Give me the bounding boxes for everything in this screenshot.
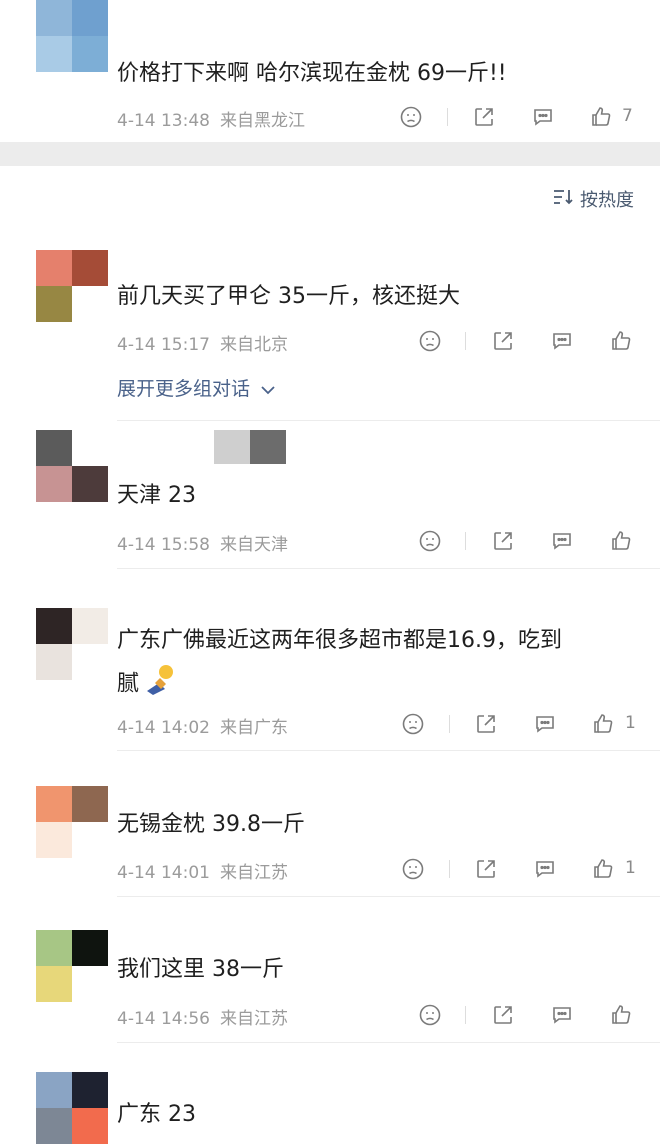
dislike-face-icon[interactable] bbox=[401, 857, 425, 881]
thumbs-up-icon[interactable] bbox=[609, 329, 633, 353]
like-count: 1 bbox=[625, 713, 636, 733]
comment-text: 广东 23 bbox=[117, 1102, 196, 1127]
comment-text: 前几天买了甲仑 35一斤，核还挺大 bbox=[117, 284, 460, 309]
comment-location: 来自江苏 bbox=[219, 863, 288, 883]
thumbs-up-icon[interactable] bbox=[609, 1003, 633, 1027]
comment-meta: 4-14 15:58 来自天津 bbox=[117, 530, 288, 555]
section-divider bbox=[0, 142, 660, 166]
comment-icon[interactable] bbox=[550, 1003, 574, 1027]
comment-icon[interactable] bbox=[550, 529, 574, 553]
share-icon[interactable] bbox=[472, 105, 496, 129]
comment-location: 来自江苏 bbox=[219, 1009, 288, 1029]
avatar[interactable] bbox=[36, 786, 108, 858]
chevron-down-icon bbox=[260, 379, 276, 401]
thumbs-up-icon[interactable] bbox=[609, 529, 633, 553]
sort-label: 按热度 bbox=[580, 190, 634, 211]
comment-location: 来自天津 bbox=[219, 535, 288, 555]
avatar[interactable] bbox=[36, 608, 108, 680]
sleepy-emoji-icon bbox=[141, 663, 177, 706]
like-count: 7 bbox=[622, 106, 633, 126]
expand-conversations-link[interactable]: 展开更多组对话 bbox=[117, 374, 276, 401]
comment-meta: 4-14 15:17 来自北京 bbox=[117, 330, 288, 355]
comment-meta: 4-14 14:56 来自江苏 bbox=[117, 1004, 288, 1029]
comment-text: 价格打下来啊 哈尔滨现在金枕 69一斤!! bbox=[117, 61, 507, 86]
avatar[interactable] bbox=[36, 0, 108, 72]
username-mosaic bbox=[214, 430, 250, 464]
comment-date: 4-14 14:02 bbox=[117, 718, 210, 738]
thumbs-up-icon[interactable] bbox=[589, 105, 613, 129]
comment-text: 天津 23 bbox=[117, 483, 196, 508]
avatar[interactable] bbox=[36, 430, 108, 502]
thumbs-up-icon[interactable] bbox=[591, 712, 615, 736]
avatar[interactable] bbox=[36, 250, 108, 322]
comment-meta: 4-14 14:01 来自江苏 bbox=[117, 858, 288, 883]
comment-text-continued: 腻 bbox=[117, 663, 177, 706]
dislike-face-icon[interactable] bbox=[418, 329, 442, 353]
comment-meta: 4-14 14:02 来自广东 bbox=[117, 713, 288, 738]
comment-text: 广东广佛最近这两年很多超市都是16.9，吃到 bbox=[117, 628, 562, 653]
dislike-face-icon[interactable] bbox=[418, 529, 442, 553]
comment-date: 4-14 15:58 bbox=[117, 535, 210, 555]
sort-button[interactable]: 按热度 bbox=[552, 186, 634, 212]
comment-location: 来自黑龙江 bbox=[219, 111, 305, 131]
share-icon[interactable] bbox=[474, 712, 498, 736]
avatar[interactable] bbox=[36, 930, 108, 1002]
comment-icon[interactable] bbox=[550, 329, 574, 353]
dislike-face-icon[interactable] bbox=[418, 1003, 442, 1027]
comment-location: 来自北京 bbox=[219, 335, 288, 355]
share-icon[interactable] bbox=[491, 329, 515, 353]
comment-date: 4-14 14:56 bbox=[117, 1009, 210, 1029]
share-icon[interactable] bbox=[474, 857, 498, 881]
share-icon[interactable] bbox=[491, 529, 515, 553]
like-count: 1 bbox=[625, 858, 636, 878]
comment-icon[interactable] bbox=[531, 105, 555, 129]
comment-meta: 4-14 13:48 来自黑龙江 bbox=[117, 106, 305, 131]
comment-icon[interactable] bbox=[533, 857, 557, 881]
thumbs-up-icon[interactable] bbox=[591, 857, 615, 881]
username-mosaic bbox=[250, 430, 286, 464]
comment-date: 4-14 15:17 bbox=[117, 335, 210, 355]
expand-label: 展开更多组对话 bbox=[117, 378, 251, 400]
comment-text: 无锡金枕 39.8一斤 bbox=[117, 812, 305, 837]
avatar[interactable] bbox=[36, 1072, 108, 1144]
dislike-face-icon[interactable] bbox=[401, 712, 425, 736]
comment-location: 来自广东 bbox=[219, 718, 288, 738]
comment-text: 我们这里 38一斤 bbox=[117, 957, 284, 982]
share-icon[interactable] bbox=[491, 1003, 515, 1027]
comment-icon[interactable] bbox=[533, 712, 557, 736]
dislike-face-icon[interactable] bbox=[399, 105, 423, 129]
comment-date: 4-14 14:01 bbox=[117, 863, 210, 883]
sort-icon bbox=[552, 188, 574, 211]
comment-date: 4-14 13:48 bbox=[117, 111, 210, 131]
